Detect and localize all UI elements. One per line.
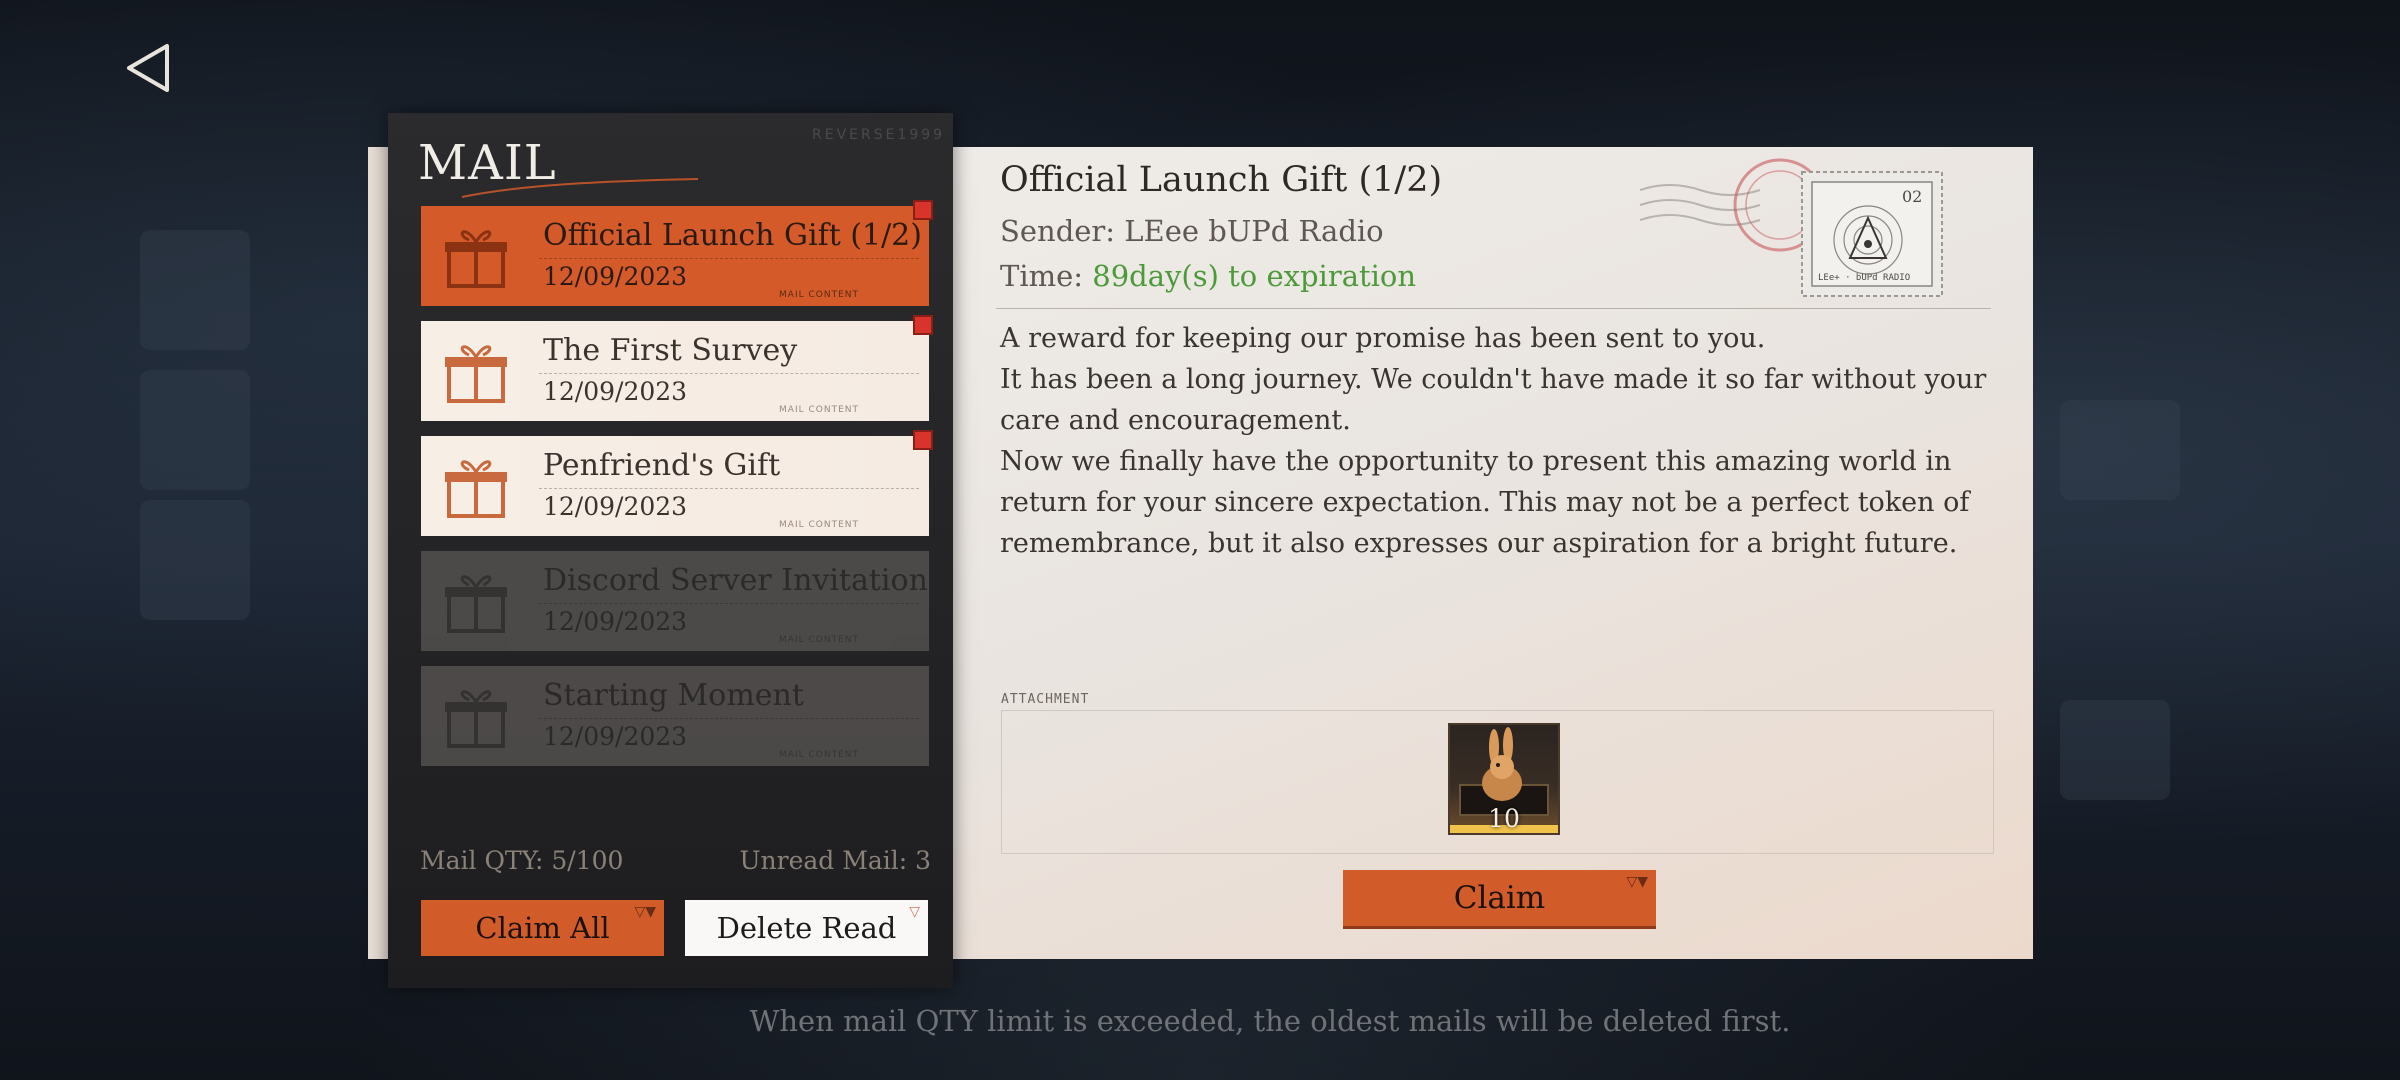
gift-icon <box>445 575 507 633</box>
detail-title: Official Launch Gift (1/2) <box>1000 160 1443 200</box>
item-divider <box>539 373 919 375</box>
body-paragraph: A reward for keeping our promise has bee… <box>1000 323 1766 354</box>
mail-list-item[interactable]: Starting Moment 12/09/2023 MAIL CONTENT <box>421 666 929 766</box>
detail-sender: Sender: LEee bUPd Radio <box>1000 214 1384 248</box>
mail-date: 12/09/2023 <box>543 377 688 406</box>
mail-date: 12/09/2023 <box>543 492 688 521</box>
background-block <box>140 230 250 350</box>
stamp-footer: LEe+ · bUPd RADIO <box>1818 273 1910 283</box>
mail-body: A reward for keeping our promise has bee… <box>1000 318 2000 564</box>
mail-subject: Official Launch Gift (1/2) <box>543 218 922 253</box>
paper-edge <box>368 147 388 959</box>
gift-icon <box>445 345 507 403</box>
attachment-quantity: 10 <box>1488 804 1520 833</box>
mail-date: 12/09/2023 <box>543 262 688 291</box>
mail-list-item[interactable]: Official Launch Gift (1/2) 12/09/2023 MAIL… <box>421 200 933 306</box>
button-corner-icon: ▽▼ <box>634 904 656 920</box>
mail-content-tag: MAIL CONTENT <box>779 750 859 760</box>
claim-all-label: Claim All <box>475 911 610 945</box>
mail-qty-label: Mail QTY: 5/100 <box>420 846 624 875</box>
expiration-countdown: 89day(s) to expiration <box>1092 259 1417 293</box>
time-prefix: Time: <box>1000 259 1093 293</box>
button-corner-icon: ▽▼ <box>1626 874 1648 890</box>
item-divider <box>539 718 919 720</box>
delete-read-button[interactable]: Delete Read ▽ <box>685 900 928 956</box>
delete-read-label: Delete Read <box>716 911 897 945</box>
mail-list-item[interactable]: Discord Server Invitation 12/09/2023 MAIL … <box>421 551 929 651</box>
stamp-number: 02 <box>1902 187 1922 206</box>
attachment-label: ATTACHMENT <box>1001 692 1090 707</box>
brand-mark: REVERSE1999 <box>812 127 946 143</box>
mail-content-tag: MAIL CONTENT <box>779 635 859 645</box>
claim-all-button[interactable]: Claim All ▽▼ <box>421 900 664 956</box>
claim-label: Claim <box>1453 880 1546 916</box>
unread-indicator <box>913 430 933 450</box>
body-paragraph: Now we finally have the opportunity to p… <box>1000 446 1970 559</box>
mail-subject: Starting Moment <box>543 678 804 713</box>
mail-subject: Penfriend's Gift <box>543 448 781 483</box>
mail-subject: The First Survey <box>543 333 798 368</box>
postage-stamp: 02 LEe+ · bUPd RADIO <box>1639 150 1990 300</box>
mail-date: 12/09/2023 <box>543 607 688 636</box>
claim-button[interactable]: Claim ▽▼ <box>1343 870 1656 926</box>
detail-time: Time: 89day(s) to expiration <box>1000 259 1416 293</box>
body-paragraph: It has been a long journey. We couldn't … <box>1000 364 1987 436</box>
mail-content-tag: MAIL CONTENT <box>779 405 859 415</box>
back-triangle-icon <box>127 44 169 92</box>
item-divider <box>539 603 919 605</box>
unread-indicator <box>913 315 933 335</box>
unread-mail-label: Unread Mail: 3 <box>739 846 931 875</box>
mail-content-tag: MAIL CONTENT <box>779 290 859 300</box>
gift-icon <box>445 690 507 748</box>
background-block <box>2060 700 2170 800</box>
background-block <box>140 370 250 490</box>
mail-list-item[interactable]: Penfriend's Gift 12/09/2023 MAIL CONTENT <box>421 430 933 536</box>
background-block <box>140 500 250 620</box>
mail-content-tag: MAIL CONTENT <box>779 520 859 530</box>
attachment-item[interactable]: 10 <box>1448 723 1560 835</box>
postmark-icon: 02 LEe+ · bUPd RADIO <box>1639 158 1943 297</box>
button-corner-icon: ▽ <box>909 904 920 920</box>
item-divider <box>539 488 919 490</box>
title-swoosh-decoration <box>461 178 699 198</box>
unread-indicator <box>913 200 933 220</box>
item-divider <box>539 258 919 260</box>
mail-date: 12/09/2023 <box>543 722 688 751</box>
footer-note: When mail QTY limit is exceeded, the old… <box>749 1004 1791 1038</box>
gift-icon <box>445 460 507 518</box>
background-block <box>2060 400 2180 500</box>
detail-divider <box>996 308 1991 309</box>
gift-icon <box>445 230 507 288</box>
back-button[interactable] <box>118 38 178 98</box>
mail-subject: Discord Server Invitation <box>543 563 928 598</box>
mail-list-item[interactable]: The First Survey 12/09/2023 MAIL CONTENT <box>421 315 933 421</box>
